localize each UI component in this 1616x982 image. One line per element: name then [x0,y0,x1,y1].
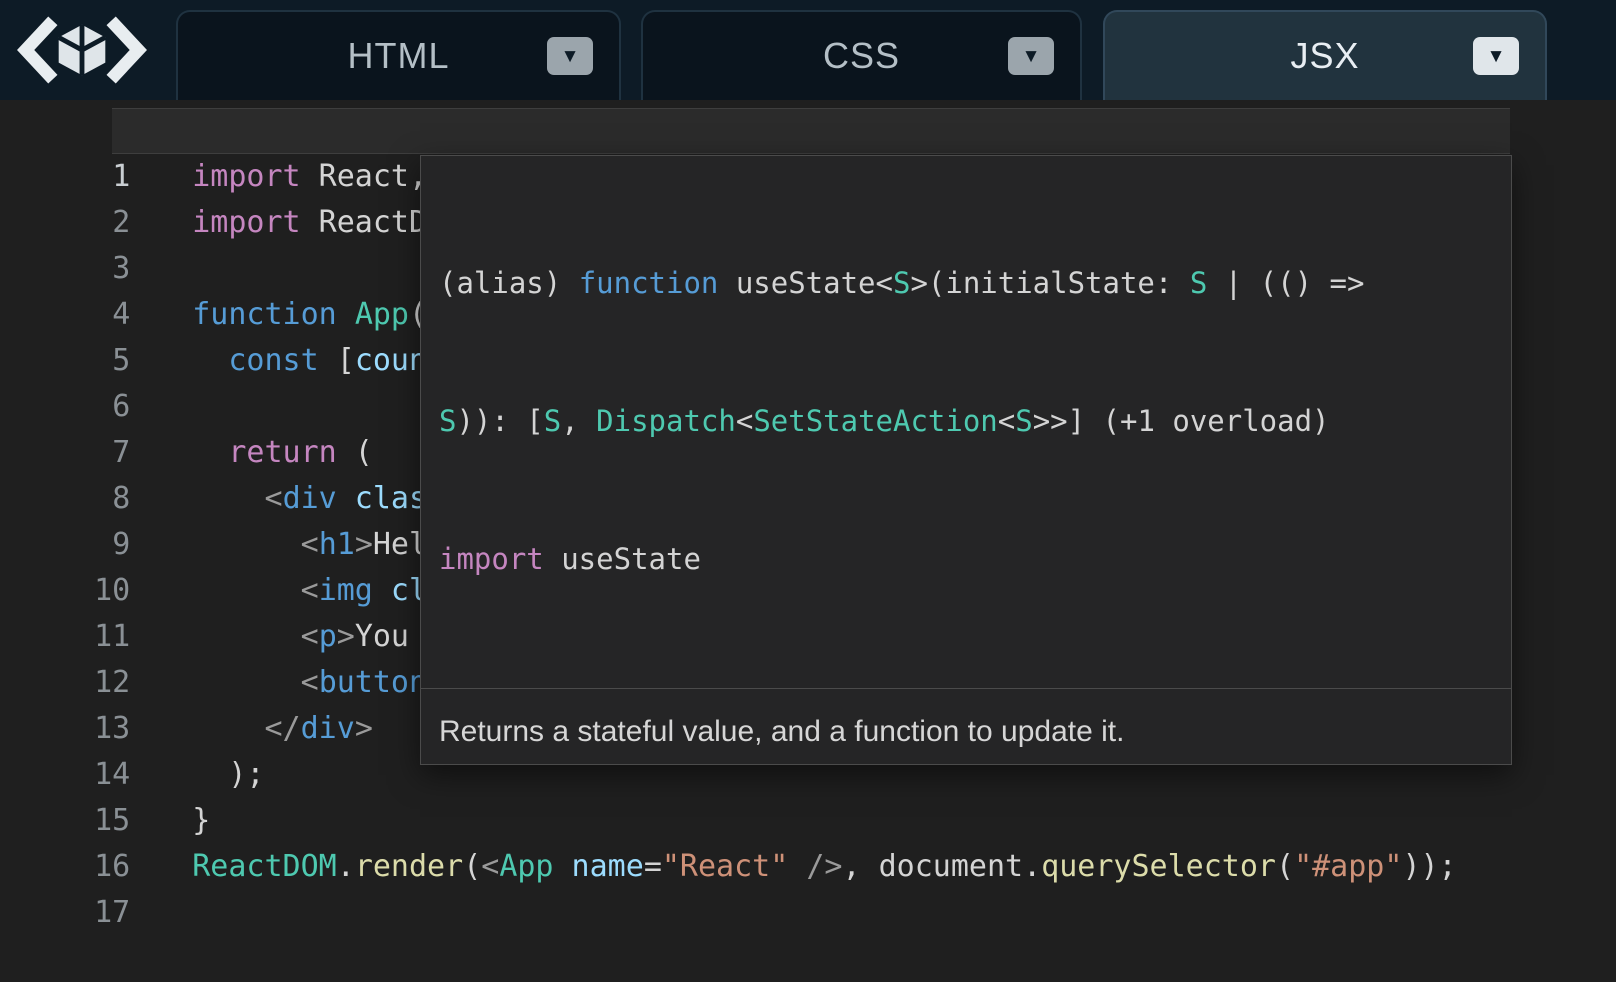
code-text[interactable]: const [count, [130,343,463,378]
code-line[interactable]: 16ReactDOM.render(<App name="React" />, … [0,798,1616,844]
chevron-down-icon: ▼ [1022,47,1041,66]
code-text[interactable]: ReactDOM.render(<App name="React" />, do… [130,849,1456,884]
code-text[interactable] [130,389,192,424]
hover-summary: Returns a stateful value, and a function… [439,713,1493,751]
line-number: 2 [72,200,130,246]
line-number: 8 [72,476,130,522]
chevron-down-icon: ▼ [561,47,580,66]
css-language-dropdown-button[interactable]: ▼ [1008,37,1054,75]
line-number: 14 [72,752,130,798]
tab-jsx-label: JSX [1290,35,1359,77]
code-cube-logo-icon [14,8,150,92]
line-number: 7 [72,430,130,476]
signature-line: import useState [439,536,1493,582]
line-number: 11 [72,614,130,660]
code-text[interactable]: return ( [130,435,373,470]
app-logo[interactable] [14,8,150,92]
code-text[interactable]: ); [130,757,264,792]
line-number: 10 [72,568,130,614]
tab-css-label: CSS [823,35,900,77]
chevron-down-icon: ▼ [1487,47,1506,66]
code-text[interactable] [130,251,192,286]
line-number: 5 [72,338,130,384]
hover-docs: Returns a stateful value, and a function… [421,713,1511,765]
line-number: 6 [72,384,130,430]
line-number: 12 [72,660,130,706]
signature-line: (alias) function useState<S>(initialStat… [439,260,1493,306]
line-number: 13 [72,706,130,752]
topbar: HTML ▼ CSS ▼ JSX ▼ [0,0,1616,100]
code-text[interactable]: import ReactDOM [130,205,463,240]
line-number: 16 [72,844,130,890]
code-line[interactable]: 1import React, { useState } from "react"… [0,108,1616,154]
code-text[interactable]: </div> [130,711,373,746]
code-text[interactable]: } [130,803,210,838]
line-number: 4 [72,292,130,338]
tab-css[interactable]: CSS ▼ [641,10,1082,100]
tab-html[interactable]: HTML ▼ [176,10,621,100]
code-text[interactable] [130,895,192,930]
tooltip-divider [421,688,1511,689]
line-number: 15 [72,798,130,844]
line-number: 1 [72,154,130,200]
line-number: 3 [72,246,130,292]
signature-line: S)): [S, Dispatch<SetStateAction<S>>] (+… [439,398,1493,444]
jsx-language-dropdown-button[interactable]: ▼ [1473,37,1519,75]
line-number: 17 [72,890,130,936]
tab-html-label: HTML [348,35,450,77]
intellisense-hover-tooltip: (alias) function useState<S>(initialStat… [420,155,1512,765]
line-number: 9 [72,522,130,568]
hover-signature: (alias) function useState<S>(initialStat… [421,156,1511,682]
html-language-dropdown-button[interactable]: ▼ [547,37,593,75]
tab-jsx[interactable]: JSX ▼ [1103,10,1547,100]
